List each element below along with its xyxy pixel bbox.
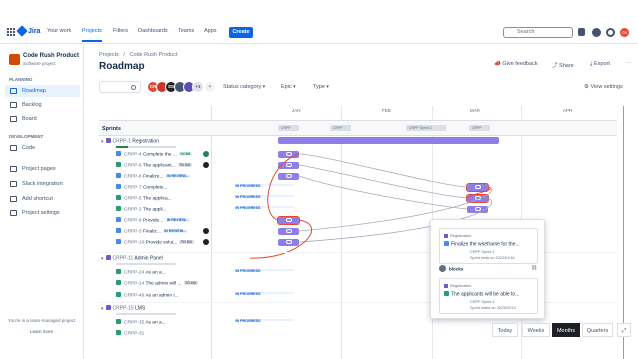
card-title: Finalize the wireframe for the... (444, 241, 520, 248)
status-badge: TO DO (183, 281, 198, 285)
epic-progress-bar (116, 263, 176, 265)
blocks-relation: blocks (439, 265, 463, 272)
blocks-icon (439, 265, 446, 272)
card-sprint-date: Sprint starts on 2023/03/13 (470, 306, 516, 310)
card-sprint: CRPP Sprint 4 (470, 300, 495, 304)
list-item[interactable]: CRPP-31 (116, 330, 144, 337)
dependency-card-source[interactable]: Registration Finalize the wireframe for … (439, 228, 538, 264)
dependency-line (298, 164, 468, 199)
story-icon (444, 291, 449, 296)
card-title: The applicants will be able to... (444, 291, 519, 298)
status-badge: IN PROGRESS (234, 292, 294, 296)
zoom-months-button[interactable]: Months (552, 323, 580, 337)
epic-row-lms[interactable]: ▾ CRPP-15 LMS (101, 305, 145, 312)
list-item[interactable]: CRPP-46 As an admin I... IN PROGRESS (116, 292, 294, 299)
dependency-line (298, 175, 468, 210)
unlink-icon[interactable]: ⛓ (531, 265, 537, 271)
dependency-line-highlighted (267, 153, 300, 221)
story-icon (116, 280, 121, 285)
story-icon (116, 292, 121, 297)
zoom-quarters-button[interactable]: Quarters (582, 323, 613, 337)
list-item[interactable]: CRPP-35 As an a... IN PROGRESS (116, 319, 294, 326)
list-item[interactable]: CRPP-14 The admin will ... TO DO (116, 280, 198, 287)
card-epic-label: Registration (444, 233, 471, 238)
card-sprint-date: Sprint ends on 2023/01/16 (470, 256, 515, 260)
task-icon (444, 241, 449, 246)
dependency-line-highlighted (466, 186, 491, 199)
story-icon (116, 319, 121, 324)
epic-icon (105, 305, 111, 310)
story-icon (116, 330, 121, 335)
card-sprint: CRPP Sprint 1 (470, 250, 495, 254)
dependency-line (298, 153, 468, 188)
dependency-card-target[interactable]: Registration The applicants will be able… (439, 278, 538, 314)
chevron-down-icon[interactable]: ▾ (101, 306, 104, 312)
epic-progress-bar (116, 313, 176, 315)
dependency-popup[interactable]: Registration Finalize the wireframe for … (430, 219, 545, 319)
card-epic-label: Registration (444, 283, 471, 288)
zoom-weeks-button[interactable]: Weeks (522, 323, 550, 337)
status-badge: IN PROGRESS (234, 269, 294, 273)
status-badge: IN PROGRESS (234, 319, 294, 323)
zoom-today-button[interactable]: Today (492, 323, 518, 337)
chevron-down-icon[interactable]: ▾ (101, 256, 104, 262)
epic-icon (105, 255, 111, 260)
fullscreen-icon[interactable]: ⤢ (617, 323, 631, 337)
epic-row-admin-panel[interactable]: ▾ CRPP-11 Admin Panel (101, 255, 163, 262)
story-icon (116, 269, 121, 274)
list-item[interactable]: CRPP-24 As an a... IN PROGRESS (116, 269, 294, 276)
